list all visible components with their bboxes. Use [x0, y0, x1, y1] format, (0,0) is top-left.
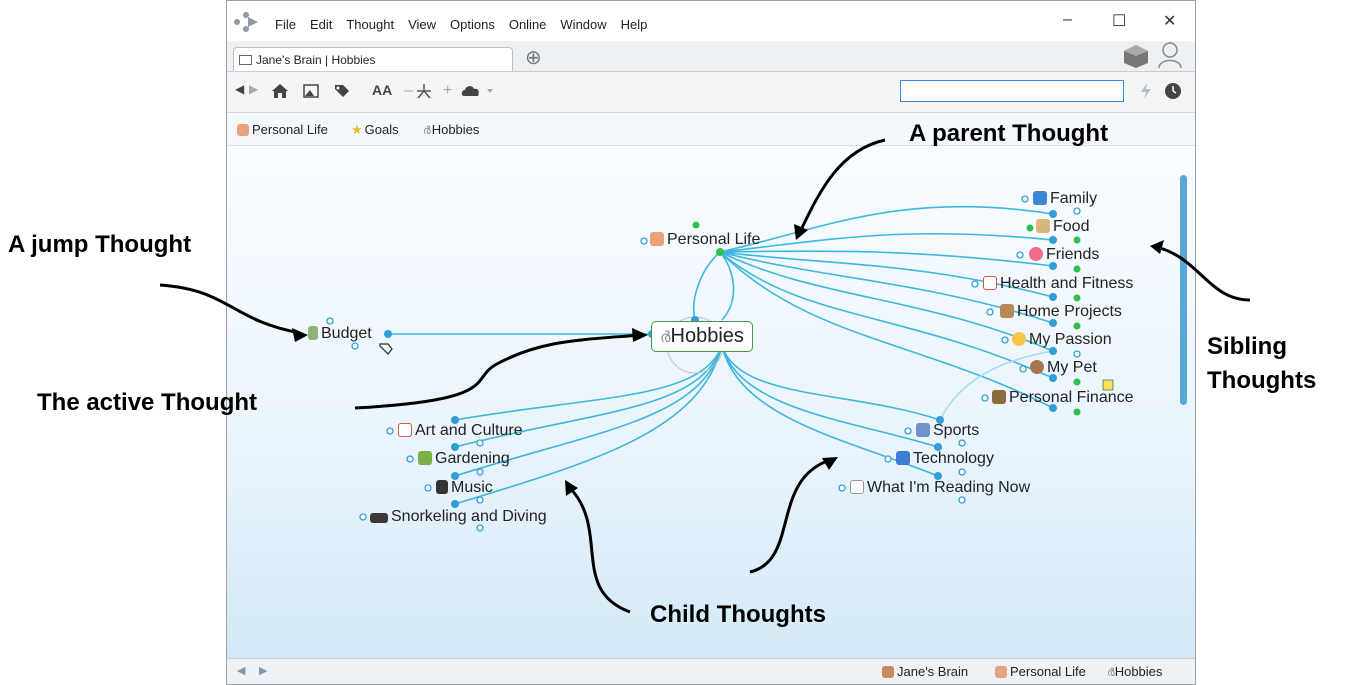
book-icon: [850, 480, 864, 494]
child-thought[interactable]: Music: [436, 479, 493, 497]
contact-card-icon: [1033, 191, 1047, 205]
annotation-jump-thought: A jump Thought: [8, 231, 192, 258]
avatar: [882, 666, 894, 678]
pet-icon: [1030, 360, 1044, 374]
menu-window[interactable]: Window: [560, 17, 606, 32]
annotation-active-thought: The active Thought: [37, 389, 258, 416]
food-icon: [1036, 219, 1050, 233]
child-thought[interactable]: Art and Culture: [398, 422, 523, 440]
annotation-parent-thought: A parent Thought: [909, 120, 1109, 147]
person-icon: [995, 666, 1007, 678]
menu-bar: File Edit Thought View Options Online Wi…: [275, 17, 647, 32]
bicycle-icon: ർ: [1107, 667, 1115, 679]
vertical-scrollbar[interactable]: [1180, 175, 1187, 405]
layout-icon[interactable]: [415, 82, 433, 100]
child-thought[interactable]: Gardening: [418, 450, 510, 468]
star-icon: ★: [351, 122, 363, 137]
parent-thought-personal-life[interactable]: Personal Life: [650, 231, 760, 249]
sibling-thought[interactable]: My Pet: [1030, 359, 1097, 377]
back-icon[interactable]: ◀: [235, 82, 244, 96]
menu-file[interactable]: File: [275, 17, 296, 32]
sports-icon: [916, 423, 930, 437]
crumb-janes-brain[interactable]: Jane's Brain: [882, 664, 968, 679]
minimize-button[interactable]: –: [1063, 11, 1072, 29]
child-thought[interactable]: Sports: [916, 422, 979, 440]
child-thought[interactable]: What I'm Reading Now: [850, 479, 1030, 497]
hammer-icon: [1000, 304, 1014, 318]
home-icon[interactable]: [271, 83, 289, 99]
annotation-child-thoughts: Child Thoughts: [650, 601, 826, 628]
tab-strip: Jane's Brain | Hobbies ⊕: [227, 41, 1195, 72]
money-icon: [308, 326, 318, 340]
history-back-button[interactable]: ◀: [237, 664, 245, 677]
thebrain-logo-icon: [234, 12, 258, 32]
cloud-icon[interactable]: [461, 84, 495, 98]
menu-help[interactable]: Help: [621, 17, 648, 32]
child-thought[interactable]: Snorkeling and Diving: [370, 508, 547, 526]
annotation-sibling-line2: Thoughts: [1207, 367, 1317, 394]
zoom-out-button[interactable]: –: [404, 82, 413, 100]
sibling-thought[interactable]: Friends: [1029, 246, 1099, 264]
maximize-button[interactable]: ☐: [1112, 11, 1126, 31]
font-size-icon[interactable]: AA: [372, 82, 392, 98]
menu-edit[interactable]: Edit: [310, 17, 332, 32]
piano-icon: [436, 480, 448, 494]
zoom-in-button[interactable]: +: [443, 82, 452, 100]
computer-icon: [896, 451, 910, 465]
plant-icon: [418, 451, 432, 465]
forward-icon[interactable]: ▶: [249, 82, 258, 96]
brain-file-icon: [239, 55, 252, 65]
sibling-thought[interactable]: My Passion: [1012, 331, 1112, 349]
annotation-sibling-line1: Sibling: [1207, 333, 1287, 360]
sibling-thought[interactable]: Food: [1036, 218, 1089, 236]
pin-personal-life[interactable]: Personal Life: [237, 122, 328, 137]
sibling-thought[interactable]: Health and Fitness: [983, 275, 1133, 293]
person-icon: [237, 124, 249, 136]
child-thought[interactable]: Technology: [896, 450, 994, 468]
user-account-icon[interactable]: [1157, 41, 1183, 69]
bicycle-icon: ർ: [660, 329, 671, 346]
balloon-icon: [1029, 247, 1043, 261]
crumb-hobbies[interactable]: ർHobbies: [1107, 664, 1162, 680]
close-button[interactable]: ✕: [1163, 11, 1176, 31]
smiley-icon: [1012, 332, 1026, 346]
jump-thought-budget[interactable]: Budget: [308, 325, 372, 343]
active-thought-hobbies[interactable]: ർHobbies: [651, 321, 753, 352]
sibling-thought[interactable]: Personal Finance: [992, 389, 1134, 407]
menu-online[interactable]: Online: [509, 17, 547, 32]
clock-icon[interactable]: [1164, 82, 1182, 100]
cube-icon[interactable]: [1122, 43, 1150, 69]
tab-label: Jane's Brain | Hobbies: [256, 53, 376, 67]
new-tab-button[interactable]: ⊕: [525, 45, 542, 70]
toolbar: ◀ ▶ AA – +: [227, 72, 1195, 113]
menu-view[interactable]: View: [408, 17, 436, 32]
sibling-thought[interactable]: Family: [1033, 190, 1097, 208]
crumb-personal-life[interactable]: Personal Life: [995, 664, 1086, 679]
status-bar: ◀ ▶ Jane's Brain Personal Life ർHobbies: [227, 658, 1195, 684]
diving-mask-icon: [370, 513, 388, 523]
search-input[interactable]: [900, 80, 1124, 102]
tab-janes-brain[interactable]: Jane's Brain | Hobbies: [233, 47, 513, 71]
sibling-thought[interactable]: Home Projects: [1000, 303, 1122, 321]
art-icon: [398, 423, 412, 437]
tag-icon[interactable]: [333, 83, 351, 99]
menu-options[interactable]: Options: [450, 17, 495, 32]
pin-hobbies[interactable]: ർHobbies: [423, 122, 479, 138]
first-aid-icon: [983, 276, 997, 290]
money-bag-icon: [992, 390, 1006, 404]
image-icon[interactable]: [303, 83, 321, 99]
lightning-icon[interactable]: [1139, 82, 1153, 100]
history-forward-button[interactable]: ▶: [259, 664, 267, 677]
menu-thought[interactable]: Thought: [346, 17, 394, 32]
person-icon: [650, 232, 664, 246]
title-bar: File Edit Thought View Options Online Wi…: [227, 1, 1195, 45]
bicycle-icon: ർ: [423, 125, 431, 137]
pin-goals[interactable]: ★ Goals: [351, 122, 399, 138]
